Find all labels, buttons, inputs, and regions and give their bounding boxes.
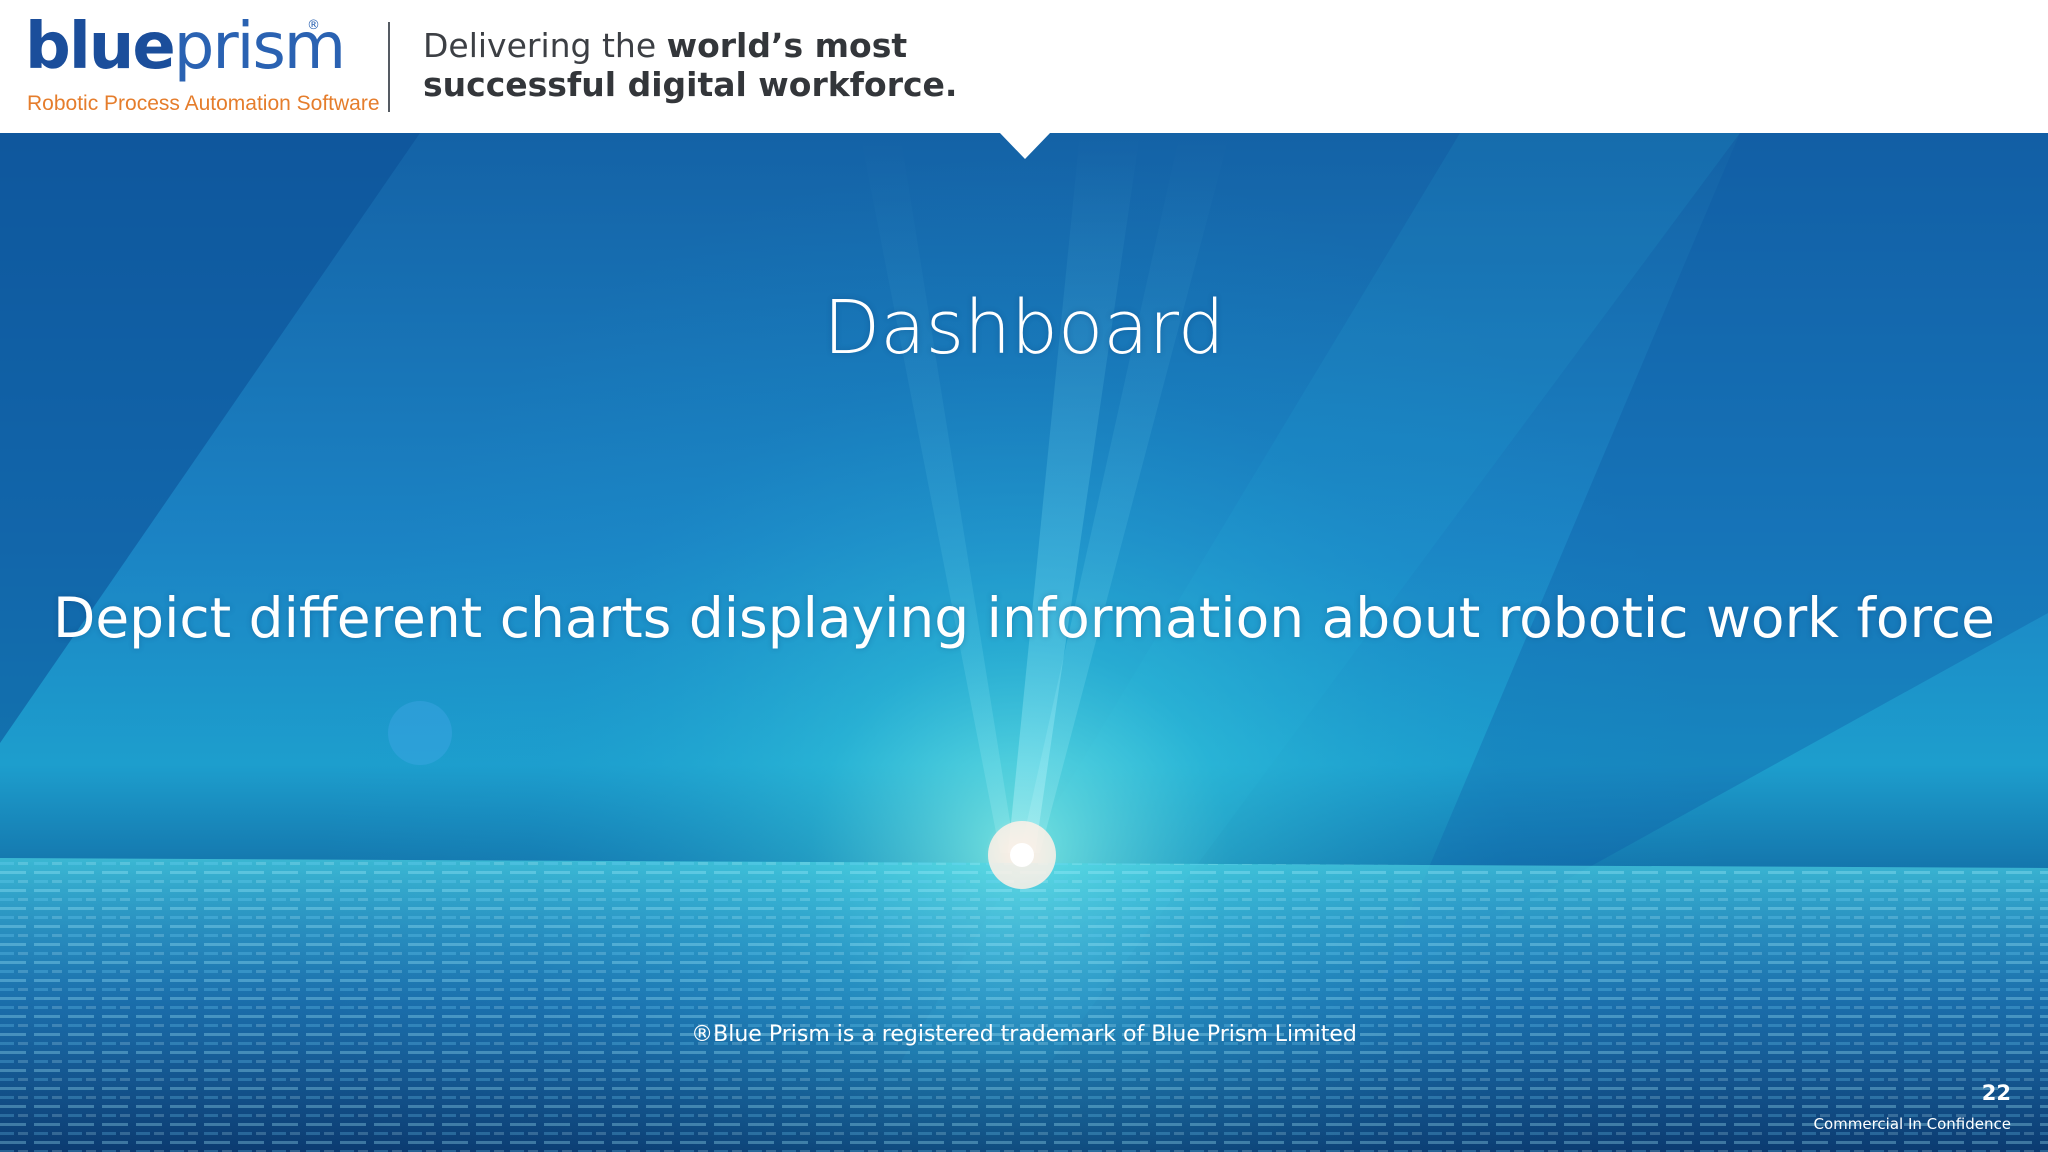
slogan-bold-1: world’s most: [666, 26, 908, 65]
slogan: Delivering the world’s most successful d…: [423, 26, 957, 104]
slogan-line-1: Delivering the world’s most: [423, 26, 957, 65]
trademark-notice: ®Blue Prism is a registered trademark of…: [691, 1022, 1357, 1047]
page-number: 22: [1981, 1081, 2011, 1105]
header-divider: [388, 22, 390, 112]
logo-wordmark: blueprism: [25, 10, 346, 84]
slogan-line-2: successful digital workforce.: [423, 65, 958, 104]
blueprism-logo: blueprism ® Robotic Process Automation S…: [25, 10, 380, 115]
slide-subtitle: Depict different charts displaying infor…: [52, 586, 1996, 650]
logo-word-blue: blue: [25, 10, 176, 84]
slide-title: Dashboard: [823, 285, 1225, 371]
header-notch: [999, 132, 1051, 159]
logo-registered-mark: ®: [307, 18, 320, 33]
header-bar: blueprism ® Robotic Process Automation S…: [0, 0, 2048, 133]
logo-tagline: Robotic Process Automation Software: [27, 92, 380, 115]
confidentiality-label: Commercial In Confidence: [1813, 1115, 2011, 1133]
slogan-regular: Delivering the: [423, 26, 667, 65]
